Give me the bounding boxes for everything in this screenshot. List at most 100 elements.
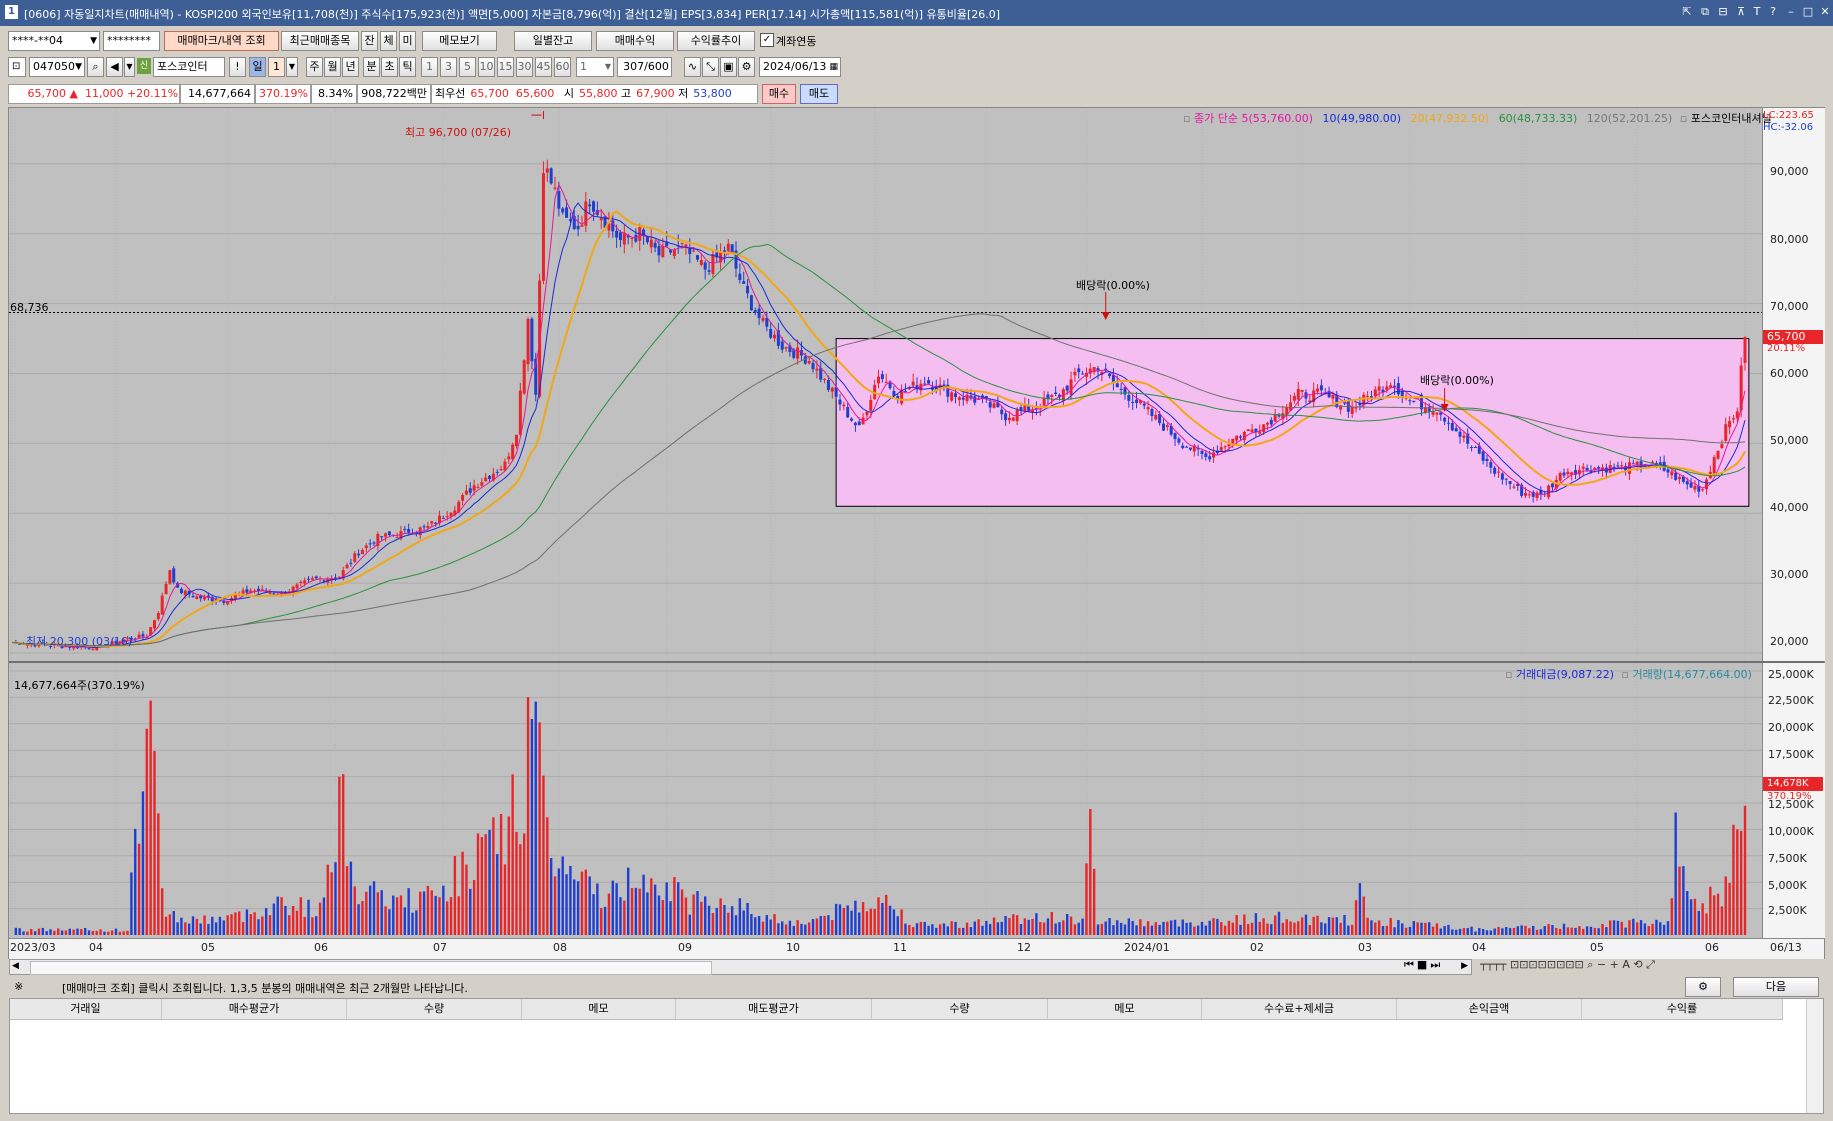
- col-buy-avg[interactable]: 매수평균가: [162, 999, 347, 1019]
- candle-body: [850, 418, 854, 421]
- zoom-icon[interactable]: ⌕: [1587, 958, 1593, 971]
- draw-icons[interactable]: ⊡⊡⊡⊡⊡⊡⊡⊡: [1510, 958, 1584, 971]
- candle-body: [1181, 445, 1185, 449]
- volume-bar: [253, 912, 256, 935]
- candle-body: [769, 328, 773, 338]
- volume-bar: [1412, 921, 1416, 935]
- volume-bar: [1008, 917, 1011, 935]
- candle-body: [973, 396, 977, 403]
- volume-bar: [911, 927, 915, 935]
- text-icon[interactable]: A: [1622, 958, 1630, 971]
- price-tick: 80,000: [1770, 233, 1809, 246]
- volume-tick: 10,000K: [1768, 825, 1814, 838]
- col-profit-rate[interactable]: 수익률: [1582, 999, 1783, 1019]
- candle-body: [954, 393, 958, 398]
- candle-body: [484, 477, 488, 482]
- volume-tick: 17,500K: [1768, 748, 1814, 761]
- volume-bar: [992, 917, 996, 935]
- scroll-left-icon[interactable]: ◀: [12, 961, 19, 971]
- candle-body: [1512, 486, 1516, 488]
- chart-tools[interactable]: ⏮■⏭: [1404, 958, 1443, 972]
- col-sell-avg[interactable]: 매도평균가: [676, 999, 872, 1019]
- volume-bar: [900, 909, 903, 935]
- col-sell-memo[interactable]: 메모: [1048, 999, 1202, 1019]
- candle-body: [1674, 472, 1678, 481]
- play-end-icon[interactable]: ⏮: [1404, 958, 1417, 971]
- volume-bar: [137, 843, 141, 935]
- expand-icon[interactable]: ⤢: [1646, 958, 1655, 971]
- candle-body: [199, 595, 203, 599]
- candle-body: [811, 363, 815, 370]
- volume-bar: [33, 931, 37, 935]
- volume-bar: [1505, 927, 1508, 935]
- candle-body: [1185, 446, 1189, 448]
- ma-legend[interactable]: ▫ 종가 단순 5(53,760.00) 10(49,980.00) 20(47…: [1183, 110, 1772, 126]
- volume-bar: [927, 925, 930, 935]
- ruler-icon[interactable]: ┬┬┬┬: [1480, 958, 1507, 971]
- col-buy-qty[interactable]: 수량: [347, 999, 522, 1019]
- candle-body: [403, 528, 407, 530]
- volume-bar: [1185, 922, 1188, 935]
- volume-bar: [700, 901, 703, 935]
- volume-bar: [1547, 924, 1550, 935]
- volume-bar: [1393, 927, 1396, 935]
- volume-bar: [257, 919, 260, 935]
- sync-icon[interactable]: ⟲: [1633, 958, 1642, 971]
- volume-bar: [1474, 931, 1477, 935]
- volume-bar: [372, 881, 376, 935]
- col-fees[interactable]: 수수료+제세금: [1202, 999, 1397, 1019]
- trade-grid[interactable]: 거래일 매수평균가 수량 메모 매도평균가 수량 메모 수수료+제세금 손익금액…: [9, 998, 1824, 1114]
- scroll-thumb[interactable]: [30, 961, 712, 975]
- candle-body: [1704, 479, 1708, 490]
- candle-body: [1235, 435, 1239, 441]
- play-icon[interactable]: ⏭: [1430, 958, 1443, 971]
- candle-body: [1497, 471, 1501, 473]
- col-buy-memo[interactable]: 메모: [522, 999, 676, 1019]
- volume-bar: [1320, 922, 1323, 935]
- candle-body: [1054, 392, 1058, 395]
- volume-bar: [103, 931, 106, 935]
- col-sell-qty[interactable]: 수량: [872, 999, 1048, 1019]
- chart-toolbar[interactable]: ┬┬┬┬ ⊡⊡⊡⊡⊡⊡⊡⊡ ⌕ − + A ⟲ ⤢: [1480, 958, 1655, 972]
- volume-bar: [1208, 920, 1211, 935]
- volume-bar: [1062, 920, 1065, 935]
- candle-body: [618, 232, 622, 241]
- volume-bar: [1385, 925, 1389, 935]
- chart-scrollbar[interactable]: ◀ ▶: [9, 959, 1472, 975]
- zoom-out-icon[interactable]: −: [1597, 958, 1606, 971]
- next-button[interactable]: 다음: [1733, 977, 1819, 997]
- zoom-in-icon[interactable]: +: [1610, 958, 1619, 971]
- candle-body: [1007, 417, 1011, 421]
- volume-bar: [811, 919, 815, 935]
- volume-bar: [1593, 927, 1597, 935]
- x-label: 05: [201, 941, 215, 954]
- volume-bar: [145, 728, 148, 935]
- volume-bar: [1019, 924, 1023, 935]
- grid-scrollbar[interactable]: [1806, 999, 1823, 1113]
- volume-legend[interactable]: ▫ 거래대금(9,087.22) ▫ 거래량(14,677,664.00): [1505, 666, 1752, 682]
- candle-body: [1119, 388, 1123, 390]
- candle-body: [1004, 413, 1008, 421]
- candle-body: [357, 553, 361, 556]
- volume-bar: [1693, 898, 1697, 935]
- candle-body: [1523, 493, 1527, 496]
- volume-bar: [315, 916, 318, 935]
- volume-bar: [688, 914, 691, 935]
- volume-bar: [815, 918, 819, 935]
- stop-icon[interactable]: ■: [1417, 958, 1430, 971]
- candle-body: [299, 581, 303, 583]
- col-profit-amount[interactable]: 손익금액: [1397, 999, 1582, 1019]
- scroll-right-icon[interactable]: ▶: [1461, 961, 1468, 971]
- volume-bar: [1578, 926, 1581, 935]
- volume-bar: [854, 900, 857, 935]
- col-trade-date[interactable]: 거래일: [10, 999, 162, 1019]
- volume-bar: [834, 903, 838, 935]
- candle-body: [553, 187, 557, 189]
- volume-bar: [1597, 928, 1600, 935]
- candle-body: [530, 318, 534, 362]
- volume-tick: 20,000K: [1768, 721, 1814, 734]
- volume-bar: [365, 891, 368, 935]
- candle-body: [877, 376, 880, 384]
- settings-icon[interactable]: ⚙: [1685, 977, 1721, 997]
- volume-bar: [1439, 928, 1442, 935]
